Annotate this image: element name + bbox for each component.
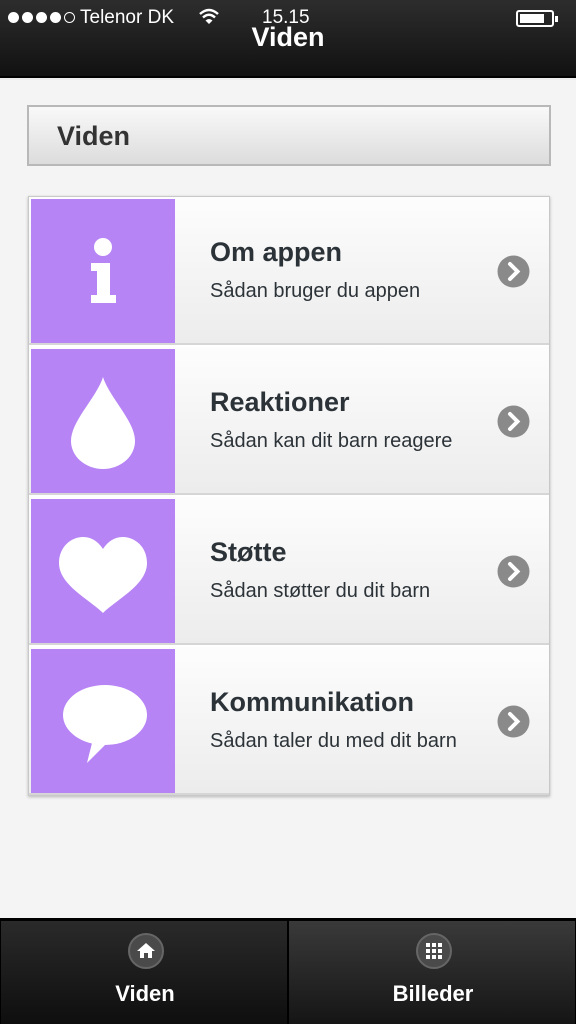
section-header: Viden xyxy=(27,105,551,166)
main-content: Viden Om appen Sådan bruger du appen Rea… xyxy=(0,80,576,918)
drop-icon xyxy=(31,349,175,493)
tab-viden[interactable]: Viden xyxy=(0,920,288,1024)
tab-bar: Viden Billeder xyxy=(0,918,576,1024)
heart-icon xyxy=(31,499,175,643)
list-item-kommunikation[interactable]: Kommunikation Sådan taler du med dit bar… xyxy=(29,647,549,795)
chevron-right-icon xyxy=(497,405,530,438)
page-title: Viden xyxy=(251,22,325,52)
tab-billeder[interactable]: Billeder xyxy=(288,920,576,1024)
list-item-om-appen[interactable]: Om appen Sådan bruger du appen xyxy=(29,197,549,345)
item-subtitle: Sådan støtter du dit barn xyxy=(210,580,431,602)
tab-label: Viden xyxy=(115,981,175,1006)
top-navigation-bar: Telenor DK 15.15 Viden xyxy=(0,0,576,78)
item-title: Kommunikation xyxy=(210,687,415,717)
chevron-right-icon xyxy=(497,255,530,288)
topic-list: Om appen Sådan bruger du appen Reaktione… xyxy=(28,196,550,796)
tab-label: Billeder xyxy=(392,981,474,1006)
signal-strength-icon xyxy=(8,9,75,23)
chevron-right-icon xyxy=(497,705,530,738)
grid-icon xyxy=(416,933,452,969)
speech-bubble-icon xyxy=(31,649,175,793)
item-title: Reaktioner xyxy=(210,387,350,417)
list-item-reaktioner[interactable]: Reaktioner Sådan kan dit barn reagere xyxy=(29,347,549,495)
chevron-right-icon xyxy=(497,555,530,588)
home-icon xyxy=(128,933,164,969)
item-title: Støtte xyxy=(210,537,287,567)
item-title: Om appen xyxy=(210,237,343,267)
info-icon xyxy=(31,199,175,343)
item-subtitle: Sådan taler du med dit barn xyxy=(210,730,457,752)
item-subtitle: Sådan bruger du appen xyxy=(210,280,421,302)
item-subtitle: Sådan kan dit barn reagere xyxy=(210,430,453,452)
list-item-stotte[interactable]: Støtte Sådan støtter du dit barn xyxy=(29,497,549,645)
